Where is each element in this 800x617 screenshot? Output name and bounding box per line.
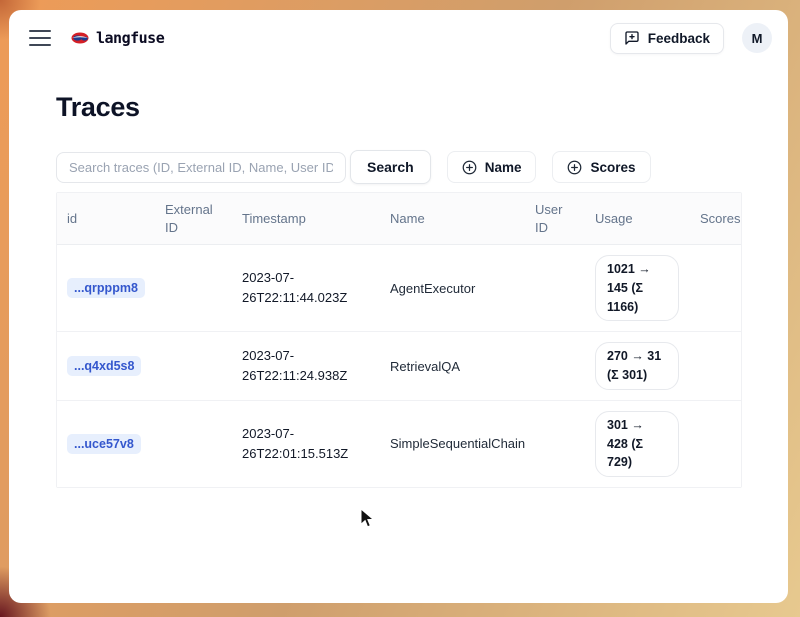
scores-cell: [690, 434, 741, 454]
trace-id-link[interactable]: ...uce57v8: [67, 434, 141, 454]
column-header-user-id: User ID: [525, 193, 585, 244]
filter-scores-button[interactable]: Scores: [552, 151, 650, 183]
table-row[interactable]: ...qrpppm8 2023-07-26T22:11:44.023Z Agen…: [57, 245, 741, 332]
search-toolbar: Search Name Scores: [56, 150, 742, 184]
column-header-usage: Usage: [585, 202, 690, 236]
app-window: langfuse Feedback M Traces Search: [9, 10, 788, 603]
column-header-scores: Scores: [690, 202, 741, 236]
brand[interactable]: langfuse: [71, 29, 164, 47]
main-content: Traces Search Name Scores: [9, 66, 788, 488]
timestamp-cell: 2023-07-26T22:11:24.938Z: [242, 346, 360, 386]
filter-scores-label: Scores: [590, 160, 635, 175]
column-header-external-id: External ID: [155, 193, 232, 244]
circle-plus-icon: [567, 160, 582, 175]
avatar-initial: M: [752, 31, 763, 46]
top-bar: langfuse Feedback M: [9, 10, 788, 66]
column-header-id: id: [57, 202, 155, 236]
message-plus-icon: [624, 30, 640, 46]
filter-name-button[interactable]: Name: [447, 151, 537, 183]
feedback-button[interactable]: Feedback: [610, 23, 724, 54]
search-button[interactable]: Search: [350, 150, 431, 184]
external-id-cell: [155, 278, 232, 298]
usage-badge: 270 → 31 (Σ 301): [595, 342, 679, 390]
name-cell: SimpleSequentialChain: [380, 426, 525, 461]
name-cell: AgentExecutor: [380, 271, 525, 306]
filter-name-label: Name: [485, 160, 522, 175]
external-id-cell: [155, 434, 232, 454]
table-row[interactable]: ...q4xd5s8 2023-07-26T22:11:24.938Z Retr…: [57, 332, 741, 401]
traces-table: id External ID Timestamp Name User ID Us…: [56, 192, 742, 488]
user-id-cell: [525, 434, 585, 454]
column-header-name: Name: [380, 202, 525, 236]
scores-cell: [690, 278, 741, 298]
user-id-cell: [525, 278, 585, 298]
usage-badge: 301 → 428 (Σ 729): [595, 411, 679, 477]
page-title: Traces: [56, 92, 742, 123]
external-id-cell: [155, 356, 232, 376]
table-row[interactable]: ...uce57v8 2023-07-26T22:01:15.513Z Simp…: [57, 401, 741, 487]
user-avatar[interactable]: M: [742, 23, 772, 53]
usage-badge: 1021 → 145 (Σ 1166): [595, 255, 679, 321]
search-input[interactable]: [56, 152, 346, 183]
circle-plus-icon: [462, 160, 477, 175]
timestamp-cell: 2023-07-26T22:11:44.023Z: [242, 268, 360, 308]
name-cell: RetrievalQA: [380, 349, 525, 384]
table-header-row: id External ID Timestamp Name User ID Us…: [57, 193, 741, 245]
brand-name: langfuse: [96, 29, 164, 47]
feedback-label: Feedback: [648, 31, 710, 46]
menu-icon[interactable]: [29, 30, 51, 46]
user-id-cell: [525, 356, 585, 376]
column-header-timestamp: Timestamp: [232, 202, 380, 236]
scores-cell: [690, 356, 741, 376]
timestamp-cell: 2023-07-26T22:01:15.513Z: [242, 424, 360, 464]
trace-id-link[interactable]: ...qrpppm8: [67, 278, 145, 298]
trace-id-link[interactable]: ...q4xd5s8: [67, 356, 141, 376]
langfuse-logo-icon: [71, 31, 89, 45]
